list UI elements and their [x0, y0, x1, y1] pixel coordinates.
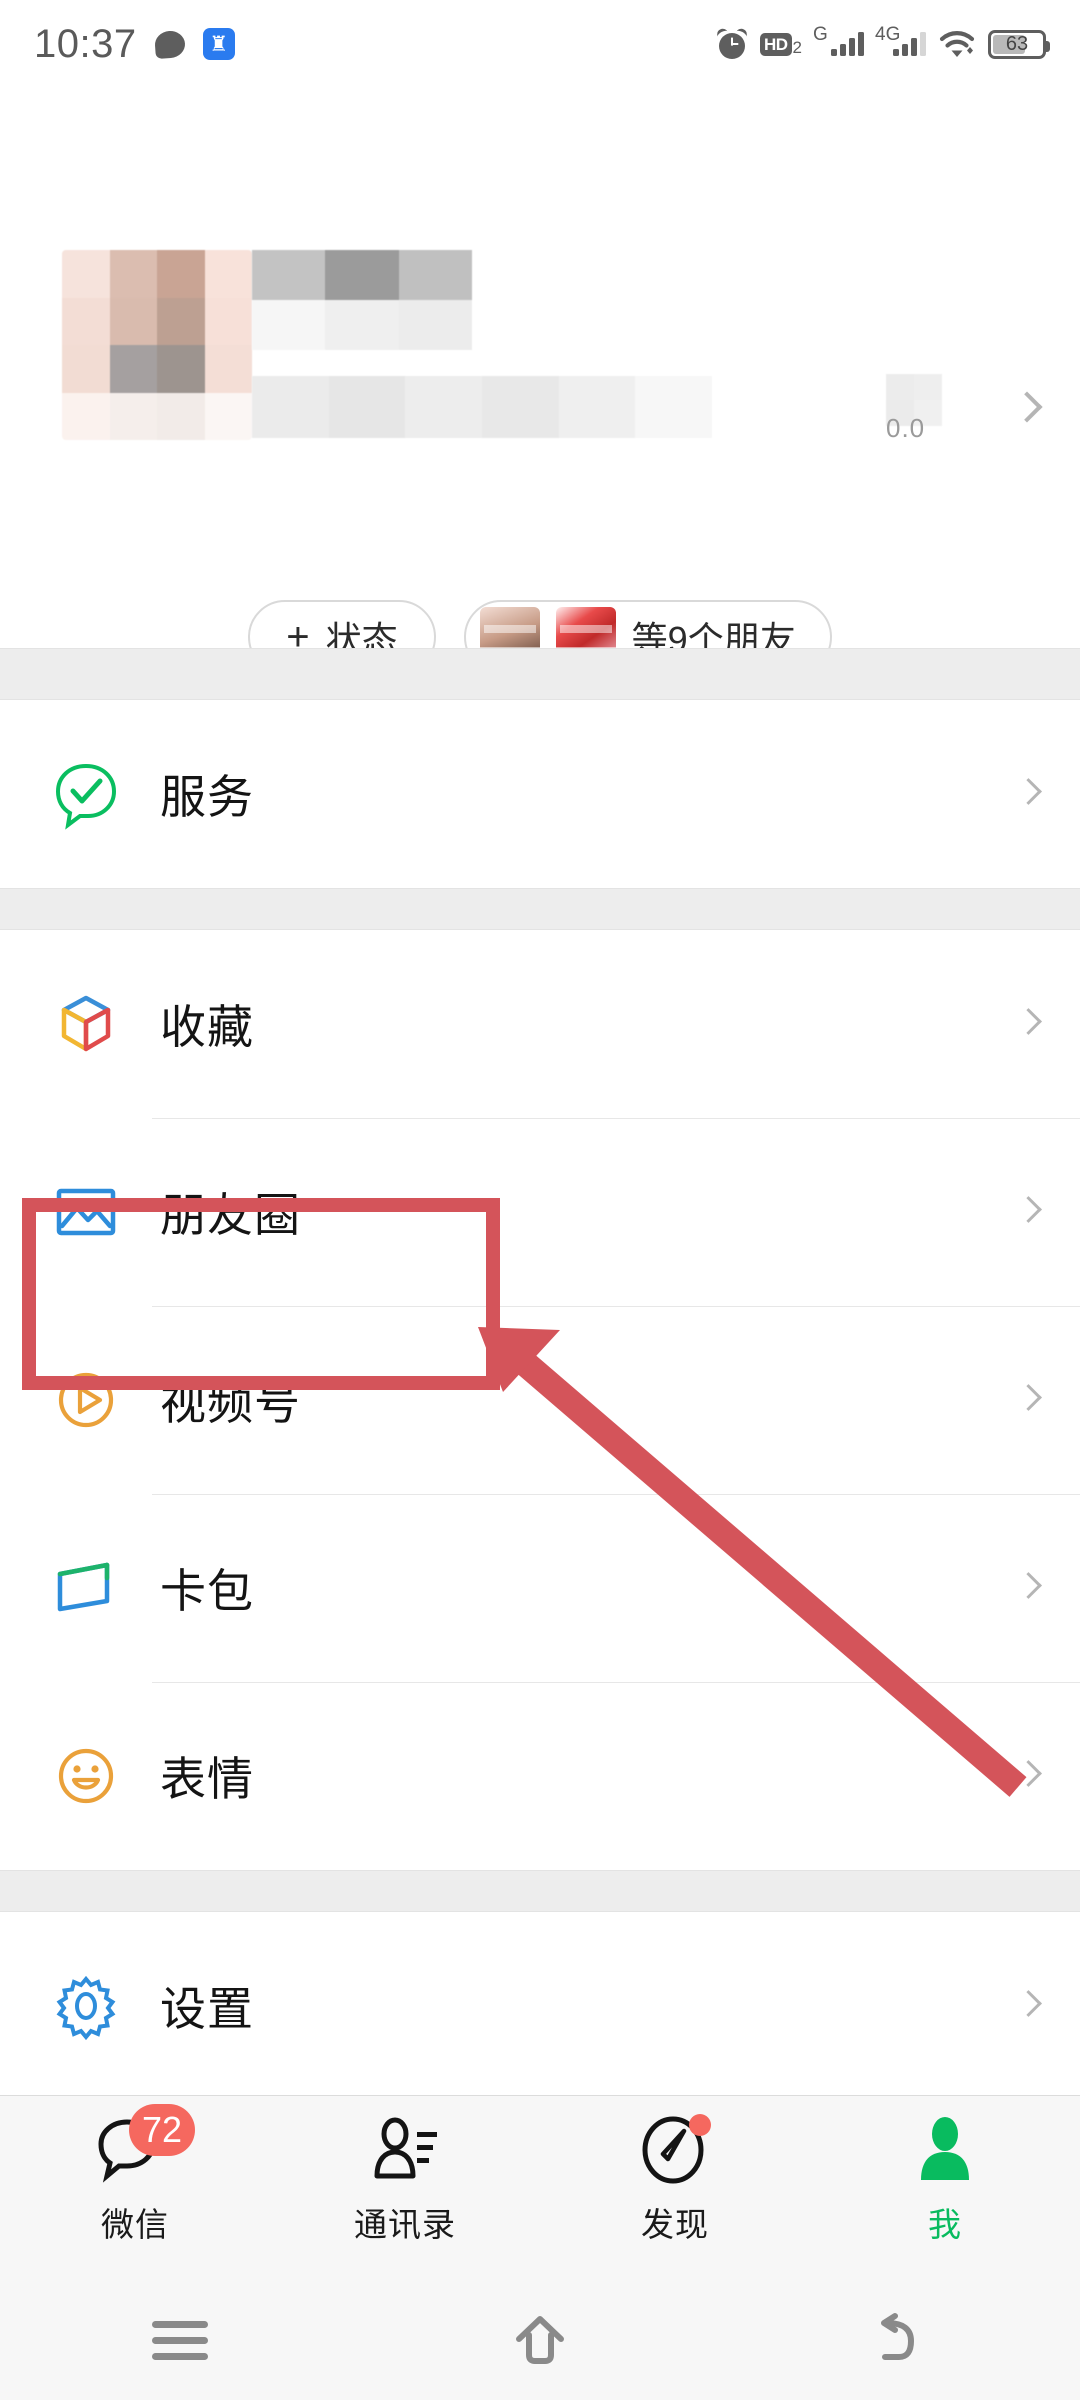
- app-badge-icon: ♜: [202, 28, 235, 60]
- back-icon[interactable]: [720, 2311, 1080, 2369]
- menu-row-settings[interactable]: 设置: [0, 1912, 1080, 2100]
- services-icon: [50, 758, 122, 830]
- profile-chevron[interactable]: [1011, 391, 1043, 423]
- hd-label: HD: [759, 32, 792, 56]
- profile-name-redacted: [252, 250, 472, 350]
- menu-label-stickers: 表情: [160, 1753, 254, 1805]
- menu-label-channels: 视频号: [160, 1377, 301, 1429]
- tab-wechat[interactable]: 72 微信: [0, 2104, 270, 2246]
- chat-tab-icon: 72: [97, 2104, 195, 2188]
- chevron-right-icon: [1015, 1572, 1042, 1600]
- phone-screen: 10:37 ♜ HD 2 G 4G 63 0.0 + 状态 等9个朋友 服务 收…: [0, 0, 1080, 2400]
- chevron-right-icon: [1015, 1196, 1042, 1224]
- menu-section-main: 收藏 朋友圈 视频号 卡包 表情: [0, 930, 1080, 1870]
- menu-label-moments: 朋友圈: [160, 1189, 301, 1241]
- avatar[interactable]: [62, 250, 252, 440]
- status-bar-left: 10:37 ♜: [34, 22, 235, 67]
- menu-row-moments[interactable]: 朋友圈: [0, 1118, 1080, 1306]
- tab-label-contacts: 通讯录: [354, 2206, 456, 2243]
- chevron-right-icon: [1015, 778, 1042, 806]
- favorites-cube-icon: [50, 988, 122, 1060]
- menu-section-services: 服务: [0, 700, 1080, 888]
- battery-percent: 63: [1005, 33, 1029, 55]
- home-icon[interactable]: [360, 2311, 720, 2369]
- chevron-right-icon: [1015, 1008, 1042, 1036]
- wechat-unread-badge: 72: [129, 2104, 195, 2156]
- chat-bubble-icon: [153, 29, 186, 59]
- menu-row-favorites[interactable]: 收藏: [0, 930, 1080, 1118]
- settings-gear-icon: [50, 1970, 122, 2042]
- signal-g-icon: G: [813, 25, 864, 56]
- chevron-right-icon: [1015, 1990, 1042, 2018]
- hd-sub: 2: [792, 37, 802, 57]
- profile-subtitle-redacted: [252, 376, 712, 438]
- tab-me[interactable]: 我: [810, 2114, 1080, 2246]
- stickers-smiley-icon: [50, 1740, 122, 1812]
- menu-label-services: 服务: [160, 771, 254, 823]
- menu-section-settings: 设置: [0, 1912, 1080, 2100]
- bottom-tab-bar: 72 微信 通讯录 发现 我: [0, 2095, 1080, 2280]
- menu-label-favorites: 收藏: [160, 1001, 254, 1053]
- menu-row-cards[interactable]: 卡包: [0, 1494, 1080, 1682]
- tab-contacts[interactable]: 通讯录: [270, 2114, 540, 2246]
- tab-discover[interactable]: 发现: [540, 2114, 810, 2246]
- signal-4g-icon: 4G: [875, 25, 926, 56]
- android-nav-bar: [0, 2280, 1080, 2400]
- contacts-tab-icon: [367, 2114, 443, 2188]
- status-bar: 10:37 ♜ HD 2 G 4G 63: [0, 0, 1080, 88]
- section-gap-3: [0, 1870, 1080, 1912]
- chevron-right-icon: [1015, 1384, 1042, 1412]
- discover-red-dot: [689, 2114, 711, 2136]
- menu-row-channels[interactable]: 视频号: [0, 1306, 1080, 1494]
- profile-header[interactable]: 0.0 + 状态 等9个朋友: [0, 88, 1080, 674]
- me-person-icon: [907, 2114, 983, 2188]
- qr-caption: 0.0: [886, 413, 926, 443]
- alarm-icon: [715, 26, 749, 59]
- recents-icon[interactable]: [0, 2312, 360, 2369]
- moments-photo-icon: [50, 1176, 122, 1248]
- hd-volte-icon: HD 2: [759, 32, 802, 57]
- signal-4g-label: 4G: [875, 24, 901, 45]
- channels-play-icon: [50, 1364, 122, 1436]
- menu-label-settings: 设置: [160, 1983, 254, 2035]
- menu-row-services[interactable]: 服务: [0, 700, 1080, 888]
- signal-g-label: G: [813, 24, 828, 45]
- section-gap-2: [0, 888, 1080, 930]
- battery-icon: 63: [988, 29, 1050, 59]
- chevron-right-icon: [1015, 1760, 1042, 1788]
- menu-label-cards: 卡包: [160, 1565, 254, 1617]
- tab-label-wechat: 微信: [101, 2206, 169, 2243]
- tab-label-discover: 发现: [641, 2206, 709, 2243]
- status-bar-right: HD 2 G 4G 63: [715, 25, 1050, 59]
- section-gap-1: [0, 648, 1080, 700]
- cards-wallet-icon: [50, 1552, 122, 1624]
- status-time: 10:37: [34, 21, 137, 66]
- discover-compass-icon: [637, 2114, 713, 2188]
- wifi-icon: [939, 30, 975, 58]
- tab-label-me: 我: [928, 2206, 962, 2243]
- menu-row-stickers[interactable]: 表情: [0, 1682, 1080, 1870]
- profile-row[interactable]: 0.0: [0, 228, 1080, 443]
